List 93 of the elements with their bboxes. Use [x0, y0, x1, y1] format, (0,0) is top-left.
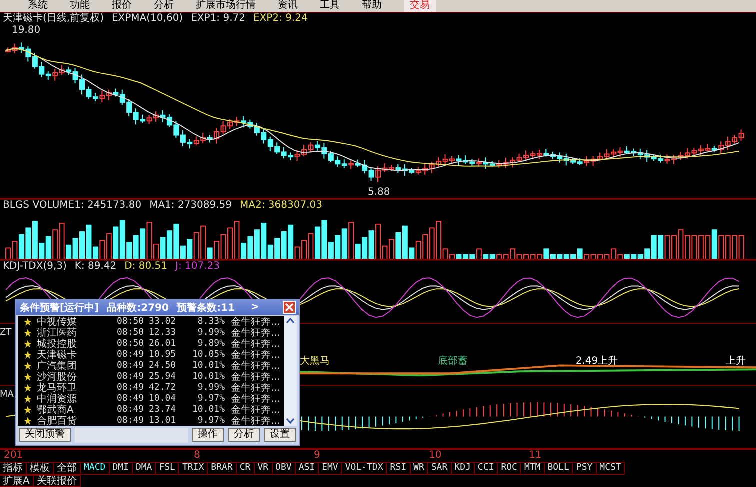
stock-name[interactable]: 广汽集团 — [37, 358, 117, 372]
date-axis-label: 201 — [3, 450, 24, 462]
action-button[interactable]: 设置 — [264, 428, 296, 442]
signal-annotation: 上升 — [726, 354, 746, 368]
date-axis-label: 11 — [529, 450, 542, 462]
price-change: 10.01% — [191, 360, 225, 370]
alert-time: 08:49 — [117, 350, 146, 360]
alert-time: 08:49 — [117, 416, 146, 426]
indicator-value: EXP1: 9.72 — [191, 13, 246, 25]
stock-name[interactable]: 城投控股 — [37, 336, 117, 350]
stock-name[interactable]: 合肥百货 — [37, 414, 117, 428]
low-price-label: 5.88 — [368, 187, 390, 198]
stock-price: 10.95 — [149, 350, 178, 360]
indicator-value: BLGS VOLUME1: 245173.80 — [3, 200, 142, 212]
signal-name: 金牛狂奔... — [231, 316, 281, 328]
menu-item[interactable]: 报价 — [112, 0, 132, 12]
indicator-name: EXPMA(10,60) — [112, 13, 184, 25]
signal-name: 金牛狂奔... — [231, 381, 281, 394]
stock-price: 42.72 — [149, 382, 178, 392]
indicator-label: ZT — [0, 328, 12, 338]
price-change: 10.01% — [191, 372, 225, 382]
stock-name[interactable]: 龙马环卫 — [37, 380, 117, 394]
alert-time: 08:49 — [117, 360, 146, 370]
price-change: 9.99% — [196, 328, 225, 338]
stock-name[interactable]: 天津磁卡 — [37, 348, 117, 362]
signal-name: 金牛狂奔... — [231, 326, 281, 338]
stock-name[interactable]: 浙江医药 — [37, 326, 117, 340]
chart-title: 天津磁卡(日线,前复权) — [3, 13, 104, 25]
stock-name[interactable]: 中润资源 — [37, 392, 117, 406]
signal-name: 金牛狂奔... — [231, 392, 281, 404]
action-button[interactable]: 操作 — [192, 428, 224, 442]
indicator-label: MA — [0, 390, 14, 400]
signal-annotation: 大黑马 — [300, 354, 330, 368]
more-button[interactable]: > — [250, 302, 260, 313]
menu-item[interactable]: 资讯 — [278, 0, 298, 12]
menu-item[interactable]: 功能 — [70, 0, 90, 12]
signal-name: 金牛狂奔... — [231, 403, 281, 416]
indicator-value: D: 80.51 — [124, 261, 168, 274]
alert-time: 08:49 — [117, 382, 146, 392]
signal-name: 金牛狂奔... — [231, 359, 281, 372]
price-change: 10.01% — [191, 404, 225, 414]
alert-time: 08:49 — [117, 404, 146, 414]
bottom-tab[interactable]: 关联报价 — [34, 475, 81, 487]
indicator-value: MA1: 273089.59 — [150, 200, 232, 212]
signal-name: 金牛狂奔... — [231, 337, 281, 350]
menu-item[interactable]: 分析 — [154, 0, 174, 12]
date-axis-label: 9 — [314, 450, 322, 462]
stock-price: 26.01 — [149, 338, 178, 348]
stock-price: 25.94 — [149, 372, 178, 382]
stock-name[interactable]: 中视传媒 — [37, 314, 117, 328]
menu-item[interactable]: 工具 — [320, 0, 340, 12]
high-price-label: 19.80 — [12, 25, 41, 36]
stock-price: 24.50 — [149, 360, 178, 370]
stock-price: 13.01 — [149, 416, 178, 426]
alert-time: 08:50 — [117, 316, 146, 326]
signal-annotation: 2.49上升 — [576, 354, 618, 368]
stock-price: 10.04 — [149, 394, 178, 404]
price-change: 9.97% — [196, 416, 225, 426]
stock-price: 33.02 — [149, 316, 178, 326]
signal-name: 金牛狂奔... — [231, 370, 281, 382]
price-change: 9.89% — [196, 338, 225, 348]
indicator-tab[interactable]: 全部 — [54, 462, 81, 476]
price-change: 9.97% — [196, 394, 225, 404]
indicator-value: EXP2: 9.24 — [253, 13, 308, 25]
indicator-tab[interactable]: 指标 — [0, 462, 27, 476]
indicator-value: MA2: 368307.03 — [240, 200, 323, 212]
alert-time: 08:50 — [117, 338, 146, 348]
price-change: 10.05% — [191, 350, 225, 360]
indicator-value: K: 89.42 — [74, 261, 117, 274]
close-alert-button[interactable]: 关闭预警 — [19, 428, 71, 442]
window-title: 条件预警[运行中] — [20, 302, 100, 314]
alert-time: 08:49 — [117, 394, 146, 404]
action-button[interactable]: 分析 — [228, 428, 260, 442]
indicator-value: J: 107.23 — [176, 261, 220, 274]
window-count: 预警条数:11 — [176, 302, 235, 314]
price-change: 8.33% — [196, 316, 225, 326]
signal-annotation: 底部蓄 — [438, 354, 468, 368]
indicator-value: KDJ-TDX(9,3) — [3, 261, 67, 274]
stock-name[interactable]: 沙河股份 — [37, 370, 117, 384]
bottom-tab[interactable]: 扩展A — [0, 475, 34, 487]
stock-price: 12.33 — [149, 328, 178, 338]
alert-time: 08:50 — [117, 328, 146, 338]
stock-name[interactable]: 鄂武商A — [37, 402, 117, 416]
date-axis-label: 8 — [194, 450, 202, 462]
signal-name: 金牛狂奔... — [231, 414, 281, 428]
menu-item[interactable]: 帮助 — [362, 0, 382, 12]
alert-time: 08:49 — [117, 372, 146, 382]
date-axis-label: 10 — [429, 450, 443, 462]
indicator-tab[interactable]: 模板 — [27, 462, 54, 476]
signal-name: 金牛狂奔... — [231, 348, 281, 360]
price-change: 9.99% — [196, 382, 225, 392]
stock-price: 23.74 — [149, 404, 178, 414]
window-count: 品种数:2790 — [107, 302, 169, 314]
